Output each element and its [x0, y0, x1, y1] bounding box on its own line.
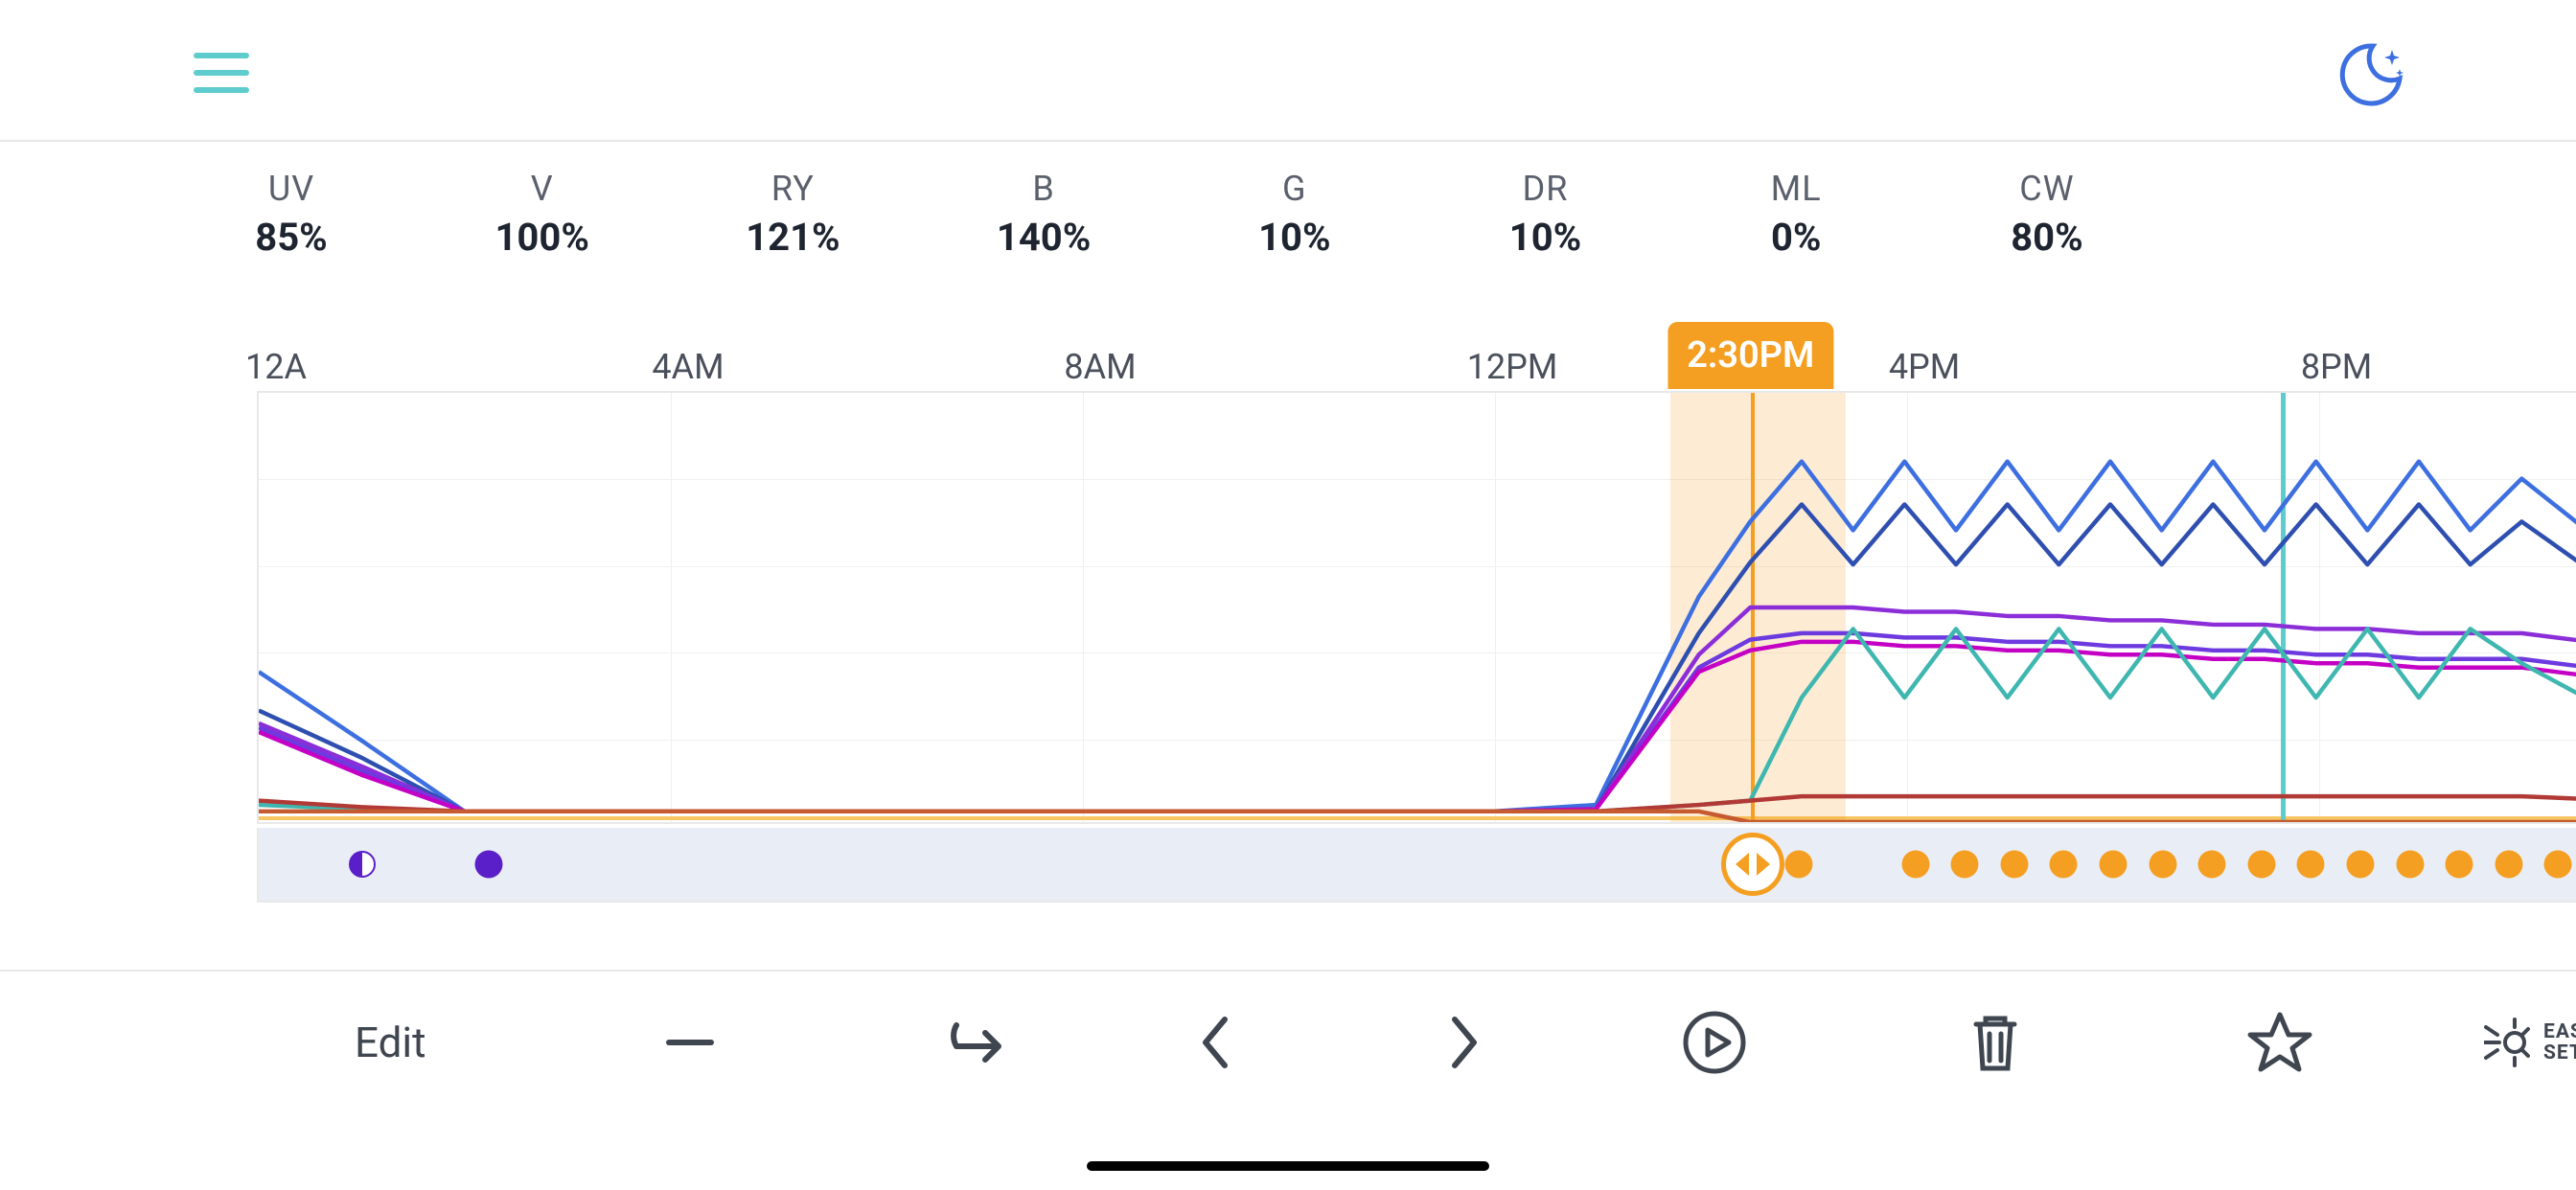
channel-value: 85% [196, 215, 387, 260]
channel-dr[interactable]: DR 10% [1450, 169, 1642, 260]
setpoint-dot[interactable] [2247, 851, 2275, 879]
tick-label: 12A [245, 347, 307, 387]
baseline-yellow [259, 816, 2576, 820]
setpoint-dot[interactable] [2198, 851, 2226, 879]
setpoint-dot[interactable] [2050, 851, 2078, 879]
channel-name: B [948, 169, 1139, 209]
home-indicator [1087, 1161, 1489, 1171]
channel-name: UV [196, 169, 387, 209]
setpoint-dot[interactable] [2396, 851, 2424, 879]
channel-g[interactable]: G 10% [1199, 169, 1391, 260]
channel-name: G [1199, 169, 1391, 209]
tick-label: 8AM [1064, 347, 1136, 387]
teal-marker-line[interactable] [2281, 393, 2286, 822]
setpoint-dot[interactable] [2347, 851, 2375, 879]
channel-value: 100% [447, 215, 638, 260]
channel-ry[interactable]: RY 121% [697, 169, 888, 260]
setpoint-dot[interactable] [1901, 851, 1929, 879]
setpoint-dot[interactable] [2544, 851, 2572, 879]
star-button[interactable] [2246, 1009, 2313, 1076]
toolbar: Edit EASYSETUP [0, 970, 2576, 1113]
channel-value: 140% [948, 215, 1139, 260]
channel-name: V [447, 169, 638, 209]
setpoint-dot[interactable] [2000, 851, 2028, 879]
easy-label-2: SETUP [2543, 1042, 2576, 1064]
channel-name: RY [697, 169, 888, 209]
prev-button[interactable] [1194, 1012, 1236, 1073]
channel-value: 121% [697, 215, 888, 260]
channel-value: 0% [1700, 215, 1892, 260]
trash-button[interactable] [1966, 1009, 2024, 1076]
moon-setpoint-icon[interactable] [349, 851, 376, 878]
setpoint-dot[interactable] [2149, 851, 2176, 879]
setpoint-dot-purple[interactable] [474, 851, 502, 879]
channel-value: 10% [1199, 215, 1391, 260]
minus-button[interactable] [659, 1012, 721, 1073]
easy-label-1: EASY [2543, 1021, 2576, 1042]
tick-label: 8PM [2301, 347, 2372, 387]
channel-name: CW [1951, 169, 2143, 209]
setpoint-dot[interactable] [2297, 851, 2325, 879]
time-cursor-badge: 2:30PM [1668, 322, 1833, 389]
tick-label: 4AM [652, 347, 724, 387]
time-drag-handle[interactable] [1721, 833, 1784, 896]
moon-mode-button[interactable] [2336, 40, 2405, 109]
setpoint-dot[interactable] [1951, 851, 1979, 879]
hamburger-menu-icon[interactable] [194, 44, 251, 102]
channel-cw[interactable]: CW 80% [1951, 169, 2143, 260]
tick-label: 4PM [1889, 347, 1960, 387]
cursor-shade [1670, 393, 1846, 822]
easy-setup-button[interactable]: EASYSETUP [2484, 1016, 2576, 1069]
channel-name: DR [1450, 169, 1642, 209]
play-button[interactable] [1681, 1009, 1748, 1076]
time-axis-ticks: 12A4AM8AM12PM4PM8PM12A [234, 347, 2576, 393]
channel-readout-row: UV 85% V 100% RY 121% B 140% G 10% DR 10% ML 0% CW 80% [196, 169, 2143, 260]
easy-setup-icon [2484, 1016, 2530, 1069]
next-button[interactable] [1443, 1012, 1485, 1073]
tick-label: 12PM [1467, 347, 1558, 387]
channel-ml[interactable]: ML 0% [1700, 169, 1892, 260]
channel-value: 10% [1450, 215, 1642, 260]
setpoint-dot[interactable] [2100, 851, 2128, 879]
channel-name: ML [1700, 169, 1892, 209]
undo-button[interactable] [926, 1012, 1002, 1073]
setpoint-dot[interactable] [2495, 851, 2522, 879]
edit-button[interactable]: Edit [355, 1018, 426, 1067]
time-cursor-line[interactable] [1751, 393, 1755, 822]
channel-uv[interactable]: UV 85% [196, 169, 387, 260]
schedule-chart[interactable] [257, 391, 2576, 824]
setpoint-dot[interactable] [2446, 851, 2473, 879]
setpoint-strip[interactable] [257, 828, 2576, 903]
channel-v[interactable]: V 100% [447, 169, 638, 260]
setpoint-dot[interactable] [1785, 851, 1813, 879]
channel-value: 80% [1951, 215, 2143, 260]
channel-b[interactable]: B 140% [948, 169, 1139, 260]
